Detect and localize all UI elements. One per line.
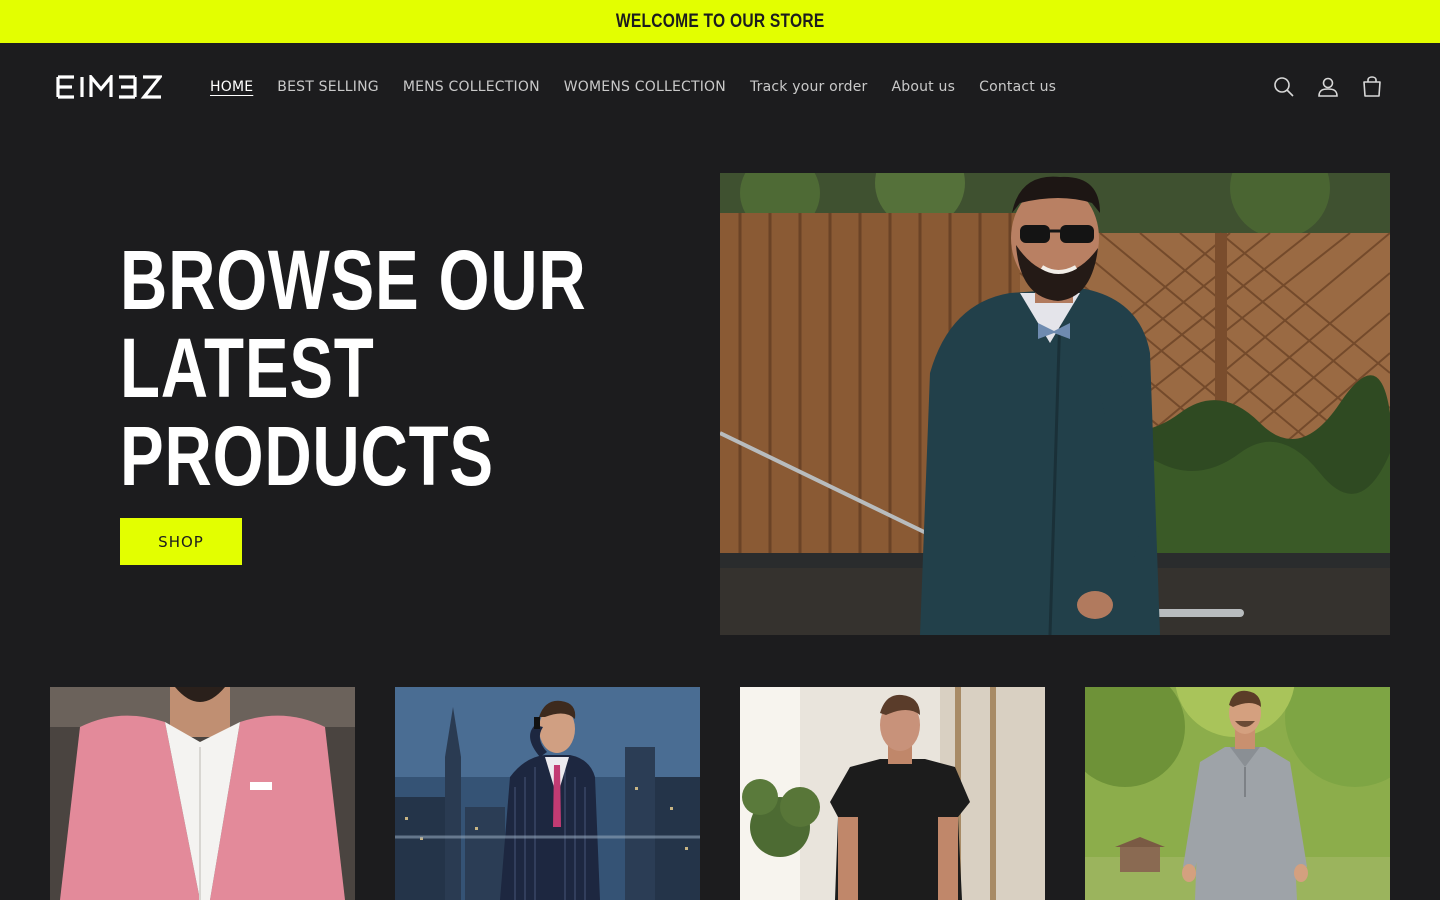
- product-image-grey-polo-set: [1085, 687, 1390, 900]
- product-grid: [50, 687, 1390, 900]
- hero-title-line: LATEST: [120, 321, 375, 415]
- product-card[interactable]: [50, 687, 355, 900]
- cart-icon: [1363, 76, 1381, 97]
- nav-item-about-us[interactable]: About us: [879, 79, 967, 95]
- hero-title-line: PRODUCTS: [120, 409, 494, 503]
- logo-wordmark: [56, 75, 162, 99]
- hero-title: BROWSE OUR LATEST PRODUCTS: [120, 233, 587, 503]
- nav-item-mens-collection[interactable]: MENS COLLECTION: [391, 79, 552, 95]
- store-logo[interactable]: [56, 75, 162, 99]
- search-button[interactable]: [1272, 75, 1296, 99]
- hero-photo-man-in-suit: [720, 173, 1390, 635]
- nav-item-womens-collection[interactable]: WOMENS COLLECTION: [552, 79, 738, 95]
- product-card[interactable]: [395, 687, 700, 900]
- hero-image: [720, 173, 1390, 635]
- header-actions: [1272, 75, 1384, 99]
- product-image-black-tshirt: [740, 687, 1045, 900]
- product-card[interactable]: [740, 687, 1045, 900]
- nav-item-contact-us[interactable]: Contact us: [967, 79, 1068, 95]
- announcement-bar: WELCOME TO OUR STORE: [0, 0, 1440, 43]
- product-image-pinstripe-suit: [395, 687, 700, 900]
- site-header: HOME BEST SELLING MENS COLLECTION WOMENS…: [0, 43, 1440, 133]
- cart-button[interactable]: [1360, 75, 1384, 99]
- hero-title-line: BROWSE OUR: [120, 233, 587, 327]
- nav-item-track-order[interactable]: Track your order: [738, 79, 880, 95]
- search-icon: [1274, 77, 1294, 97]
- nav-item-home[interactable]: HOME: [198, 79, 265, 95]
- shop-button[interactable]: SHOP: [120, 518, 242, 565]
- announcement-text: WELCOME TO OUR STORE: [615, 10, 825, 32]
- product-card[interactable]: [1085, 687, 1390, 900]
- main-nav: HOME BEST SELLING MENS COLLECTION WOMENS…: [198, 73, 1068, 101]
- account-button[interactable]: [1316, 75, 1340, 99]
- account-icon: [1318, 77, 1338, 97]
- nav-item-best-selling[interactable]: BEST SELLING: [265, 79, 391, 95]
- product-image-pink-blazer: [50, 687, 355, 900]
